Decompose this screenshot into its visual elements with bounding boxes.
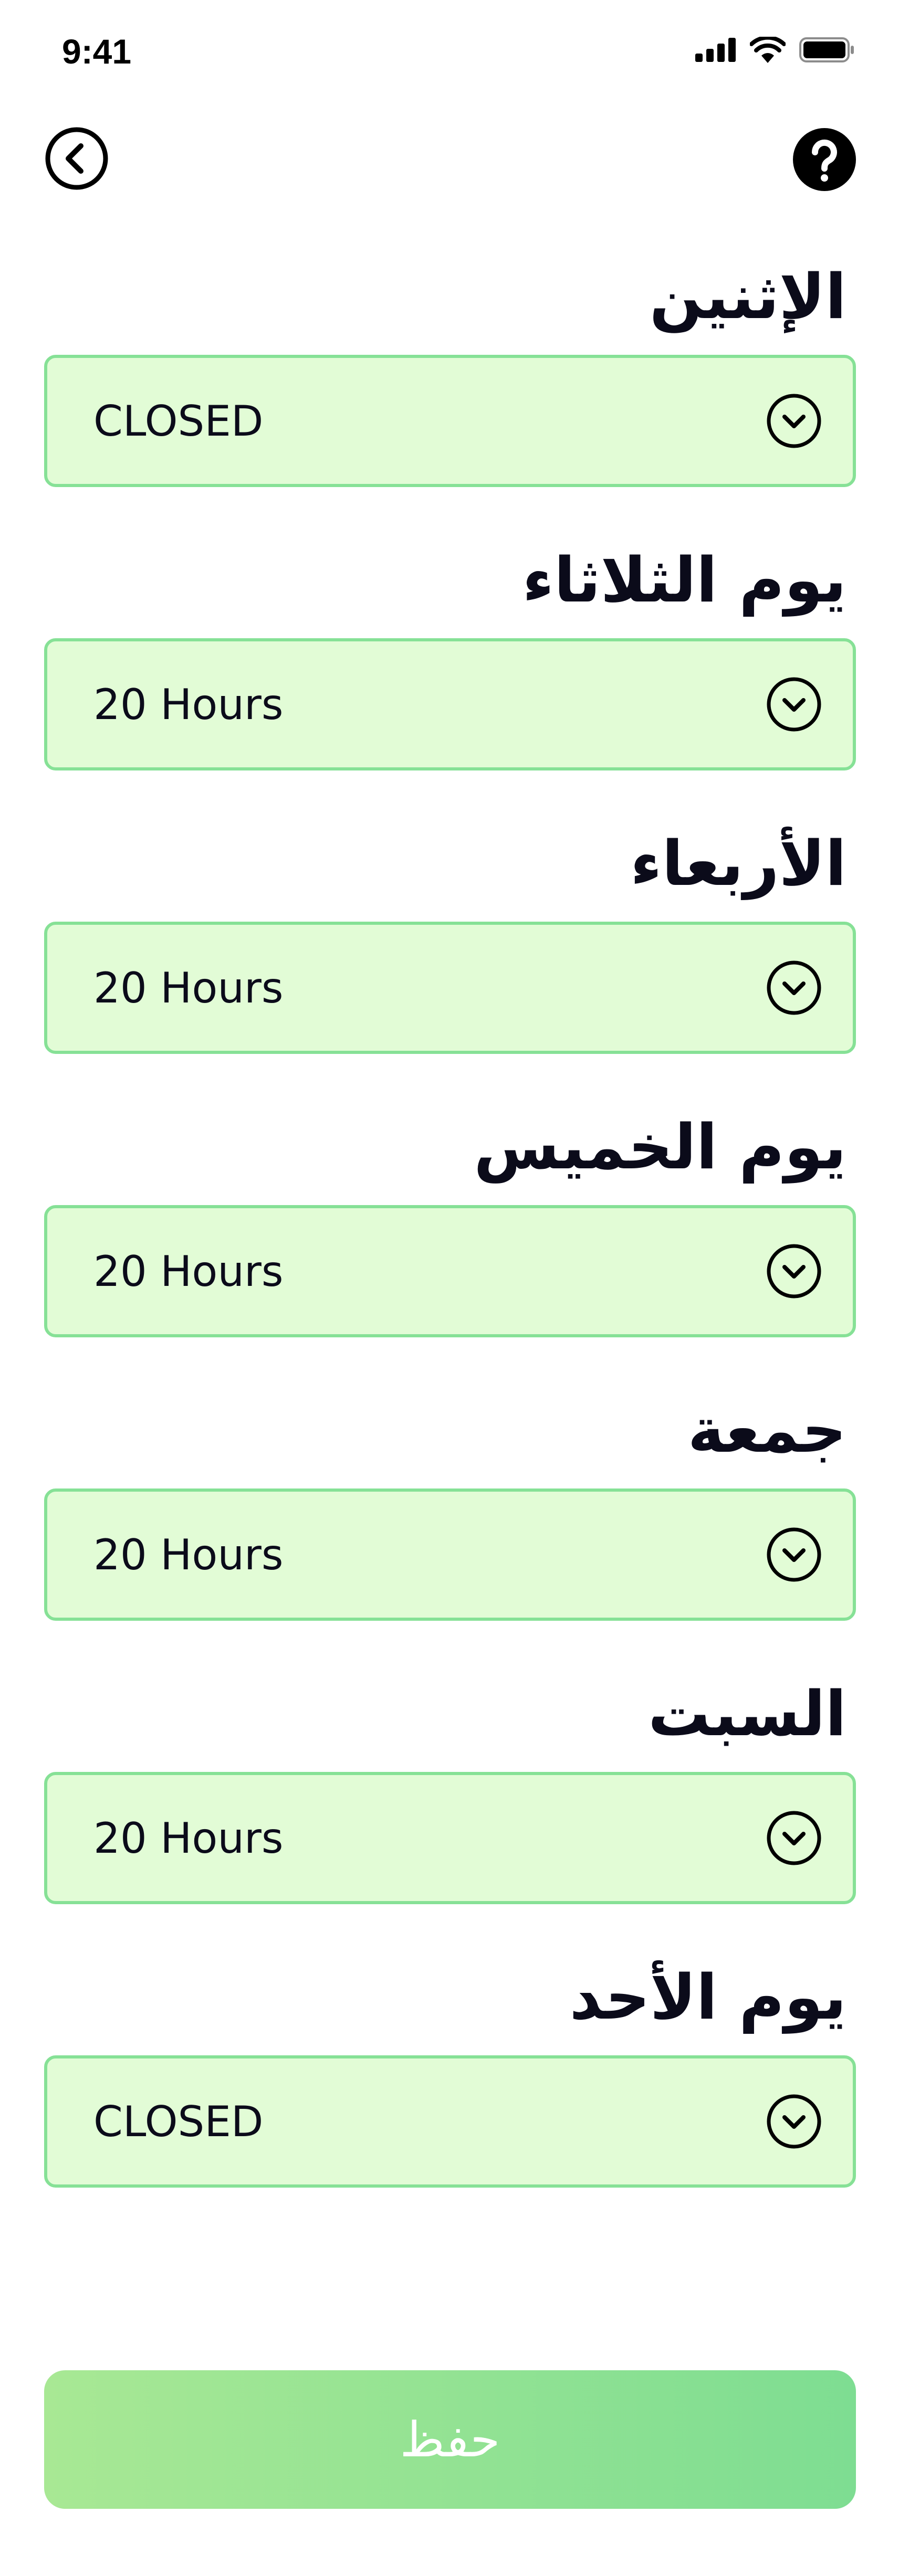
select-value: 20 Hours — [93, 680, 284, 729]
help-button[interactable] — [792, 127, 857, 192]
day-hours-select[interactable]: CLOSED — [44, 2055, 856, 2188]
day-hours-select[interactable]: 20 Hours — [44, 1205, 856, 1337]
chevron-down-circle-icon — [767, 960, 821, 1015]
day-hours-select[interactable]: 20 Hours — [44, 922, 856, 1054]
day-hours-select[interactable]: 20 Hours — [44, 638, 856, 770]
day-hours-select[interactable]: 20 Hours — [44, 1488, 856, 1621]
select-value: 20 Hours — [93, 1530, 284, 1579]
day-label: الإثنين — [649, 260, 846, 333]
chevron-left-circle-icon — [45, 127, 108, 190]
question-circle-icon — [793, 128, 856, 191]
battery-icon — [799, 37, 854, 62]
chevron-down-circle-icon — [767, 1527, 821, 1582]
chevron-down-circle-icon — [767, 1244, 821, 1298]
select-value: 20 Hours — [93, 1813, 284, 1863]
day-section-saturday: السبت 20 Hours — [44, 1669, 856, 1904]
day-label: الأربعاء — [630, 827, 846, 900]
day-label: جمعة — [687, 1394, 846, 1466]
status-bar: 9:41 — [0, 0, 899, 105]
day-hours-select[interactable]: CLOSED — [44, 355, 856, 487]
save-button-label: حفظ — [400, 2411, 500, 2468]
chevron-down-circle-icon — [767, 1811, 821, 1865]
day-label: السبت — [648, 1677, 846, 1750]
back-button[interactable] — [44, 126, 109, 191]
select-value: CLOSED — [93, 396, 264, 446]
day-section-monday: الإثنين CLOSED — [44, 252, 856, 487]
day-section-thursday: يوم الخميس 20 Hours — [44, 1102, 856, 1337]
status-time: 9:41 — [62, 32, 132, 71]
day-section-sunday: يوم الأحد CLOSED — [44, 1952, 856, 2188]
day-hours-select[interactable]: 20 Hours — [44, 1772, 856, 1904]
chevron-down-circle-icon — [767, 677, 821, 732]
day-label: يوم الخميس — [474, 1111, 846, 1183]
day-label: يوم الأحد — [569, 1961, 846, 2033]
chevron-down-circle-icon — [767, 2094, 821, 2149]
day-section-wednesday: الأربعاء 20 Hours — [44, 819, 856, 1054]
select-value: 20 Hours — [93, 1247, 284, 1296]
wifi-icon — [750, 37, 786, 63]
save-button[interactable]: حفظ — [44, 2370, 856, 2509]
select-value: 20 Hours — [93, 963, 284, 1012]
cellular-signal-icon — [695, 38, 736, 62]
status-icons — [695, 37, 855, 63]
day-section-tuesday: يوم الثلاثاء 20 Hours — [44, 535, 856, 770]
day-section-friday: جمعة 20 Hours — [44, 1386, 856, 1621]
select-value: CLOSED — [93, 2097, 264, 2146]
chevron-down-circle-icon — [767, 394, 821, 448]
day-label: يوم الثلاثاء — [522, 544, 846, 616]
